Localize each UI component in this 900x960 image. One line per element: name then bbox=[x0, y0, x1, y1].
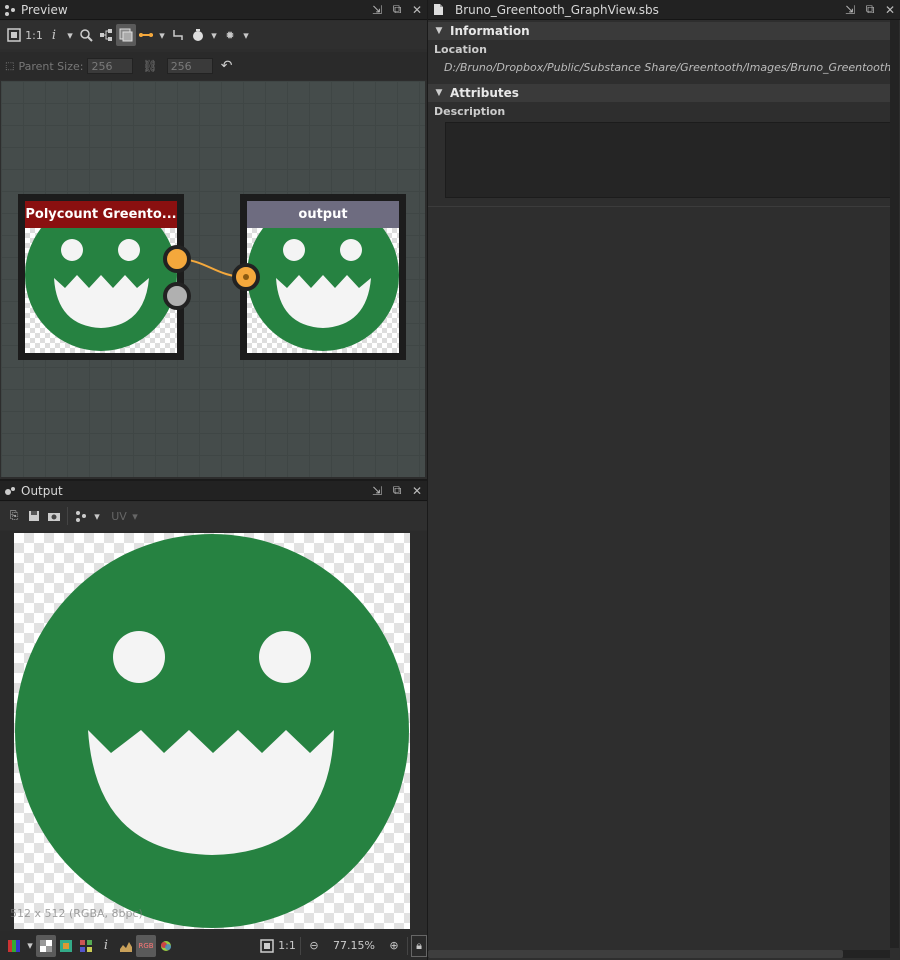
properties-titlebar: Bruno_Greentooth_GraphView.sbs ⇲ ⧉ ✕ bbox=[428, 0, 900, 20]
description-label: Description bbox=[434, 105, 506, 118]
separator bbox=[67, 507, 68, 525]
channels-icon[interactable] bbox=[4, 935, 24, 957]
gear-icon[interactable]: ✹ bbox=[220, 24, 240, 46]
divider bbox=[428, 206, 890, 207]
properties-panel: Bruno_Greentooth_GraphView.sbs ⇲ ⧉ ✕ ▼ I… bbox=[428, 0, 900, 960]
zoom-level: 77.15% bbox=[333, 939, 375, 952]
frame-icon[interactable] bbox=[116, 24, 136, 46]
graph-icon bbox=[3, 3, 17, 17]
output-icon bbox=[3, 484, 17, 498]
uv-toggle[interactable]: UV bbox=[109, 505, 129, 527]
search-icon[interactable] bbox=[76, 24, 96, 46]
chevron-down-icon[interactable]: ▾ bbox=[156, 24, 168, 46]
close-icon[interactable]: ✕ bbox=[880, 0, 900, 20]
pin-icon[interactable]: ⇲ bbox=[367, 481, 387, 501]
chevron-down-icon[interactable]: ▾ bbox=[24, 935, 36, 957]
output-viewport[interactable]: 512 x 512 (RGBA, 8bpc) bbox=[0, 531, 427, 931]
document-icon bbox=[431, 3, 445, 17]
chevron-down-icon[interactable]: ▾ bbox=[91, 505, 103, 527]
preview-title: Preview bbox=[21, 2, 68, 17]
float-icon[interactable]: ⧉ bbox=[387, 481, 407, 501]
parent-width-field[interactable]: 256 bbox=[87, 58, 134, 74]
zoom-1to1-button[interactable]: 1:1 bbox=[277, 935, 297, 957]
attributes-section-header[interactable]: ▼ Attributes bbox=[428, 84, 890, 102]
location-value: D:/Bruno/Dropbox/Public/Substance Share/… bbox=[444, 61, 890, 74]
separator bbox=[300, 936, 301, 955]
output-pin-inactive[interactable] bbox=[163, 282, 191, 310]
image-info: 512 x 512 (RGBA, 8bpc) bbox=[10, 907, 143, 920]
fit-view-icon[interactable] bbox=[4, 24, 24, 46]
preview-toolbar: 1:1 i ▾ ▾ ▾ ✹ ▾ bbox=[0, 21, 427, 49]
output-title: Output bbox=[21, 483, 63, 498]
collapse-arrow-icon: ▼ bbox=[435, 26, 443, 36]
output-bottom-toolbar: ▾ i RGB 1:1 ⊖ 77.15% ⊕ 🔒︎ bbox=[0, 931, 427, 960]
zoom-in-icon[interactable]: ⊕ bbox=[384, 935, 404, 957]
parent-size-label: Parent Size: bbox=[18, 59, 84, 73]
attributes-header: Attributes bbox=[450, 86, 519, 100]
information-section-header[interactable]: ▼ Information bbox=[428, 22, 890, 40]
pin-icon[interactable]: ⇲ bbox=[367, 0, 387, 20]
float-icon[interactable]: ⧉ bbox=[387, 0, 407, 20]
link-angle-icon[interactable] bbox=[168, 24, 188, 46]
lock-icon[interactable]: 🔒︎ bbox=[411, 934, 427, 957]
preview-titlebar: Preview ⇲ ⧉ ✕ bbox=[0, 0, 427, 20]
link-icon[interactable]: ⛓ bbox=[142, 59, 157, 73]
output-titlebar: Output ⇲ ⧉ ✕ bbox=[0, 481, 427, 501]
zoom-out-icon[interactable]: ⊖ bbox=[304, 935, 324, 957]
timer-icon[interactable] bbox=[188, 24, 208, 46]
float-icon[interactable]: ⧉ bbox=[860, 0, 880, 20]
transparency-icon[interactable] bbox=[36, 934, 56, 957]
zoom-1to1-button[interactable]: 1:1 bbox=[24, 24, 44, 46]
tiling-icon[interactable] bbox=[76, 935, 96, 957]
reset-icon[interactable]: ↶ bbox=[221, 58, 233, 74]
info-icon[interactable]: i bbox=[96, 935, 116, 957]
parent-size-bar: ⬚ Parent Size: 256 ⛓ 256 ↶ bbox=[0, 52, 427, 80]
chevron-down-icon[interactable]: ▾ bbox=[64, 24, 76, 46]
parent-size-icon: ⬚ bbox=[5, 60, 15, 72]
output-panel: Output ⇲ ⧉ ✕ ⎘ ▾ UV ▾ 512 x 512 (RGBA, 8… bbox=[0, 481, 427, 960]
close-icon[interactable]: ✕ bbox=[407, 0, 427, 20]
input-pin-dot bbox=[243, 274, 249, 280]
output-toolbar: ⎘ ▾ UV ▾ bbox=[0, 502, 427, 530]
info-icon[interactable]: i bbox=[44, 24, 64, 46]
chevron-down-icon[interactable]: ▾ bbox=[208, 24, 220, 46]
save-icon[interactable] bbox=[24, 505, 44, 527]
node-title: output bbox=[247, 201, 399, 228]
information-header: Information bbox=[450, 24, 530, 38]
pin-icon[interactable]: ⇲ bbox=[840, 0, 860, 20]
fit-view-icon[interactable] bbox=[257, 935, 277, 957]
parent-height-field[interactable]: 256 bbox=[166, 58, 213, 74]
color-picker-icon[interactable] bbox=[56, 935, 76, 957]
link-style-icon[interactable] bbox=[136, 24, 156, 46]
hierarchy-icon[interactable] bbox=[96, 24, 116, 46]
node-title: Polycount Greento... bbox=[25, 201, 177, 228]
node-thumbnail bbox=[247, 228, 399, 353]
description-field[interactable] bbox=[445, 122, 892, 198]
histogram-icon[interactable] bbox=[116, 935, 136, 957]
copy-icon[interactable]: ⎘ bbox=[4, 505, 24, 527]
camera-icon[interactable] bbox=[44, 505, 64, 527]
rgb-icon[interactable]: RGB bbox=[136, 934, 156, 957]
input-pin[interactable] bbox=[232, 263, 260, 291]
output-pin-active[interactable] bbox=[163, 245, 191, 273]
horizontal-scrollbar[interactable] bbox=[428, 950, 890, 958]
chevron-down-icon[interactable]: ▾ bbox=[129, 505, 141, 527]
color-wheel-icon[interactable] bbox=[156, 935, 176, 957]
graph-icon[interactable] bbox=[71, 505, 91, 527]
node-thumbnail bbox=[25, 228, 177, 353]
chevron-down-icon[interactable]: ▾ bbox=[240, 24, 252, 46]
close-icon[interactable]: ✕ bbox=[407, 481, 427, 501]
node-polycount-greentooth[interactable]: Polycount Greento... bbox=[18, 194, 184, 360]
node-output[interactable]: output bbox=[240, 194, 406, 360]
properties-title: Bruno_Greentooth_GraphView.sbs bbox=[455, 2, 659, 17]
output-image bbox=[14, 533, 410, 929]
location-label: Location bbox=[434, 43, 487, 56]
graph-canvas[interactable]: Polycount Greento... output bbox=[1, 81, 425, 477]
separator bbox=[407, 936, 408, 955]
collapse-arrow-icon: ▼ bbox=[435, 88, 443, 98]
scroll-thumb[interactable] bbox=[428, 950, 843, 958]
vertical-scrollbar[interactable] bbox=[890, 20, 899, 948]
preview-panel: Preview ⇲ ⧉ ✕ 1:1 i ▾ ▾ ▾ ✹ ▾ ⬚ Parent S… bbox=[0, 0, 427, 479]
